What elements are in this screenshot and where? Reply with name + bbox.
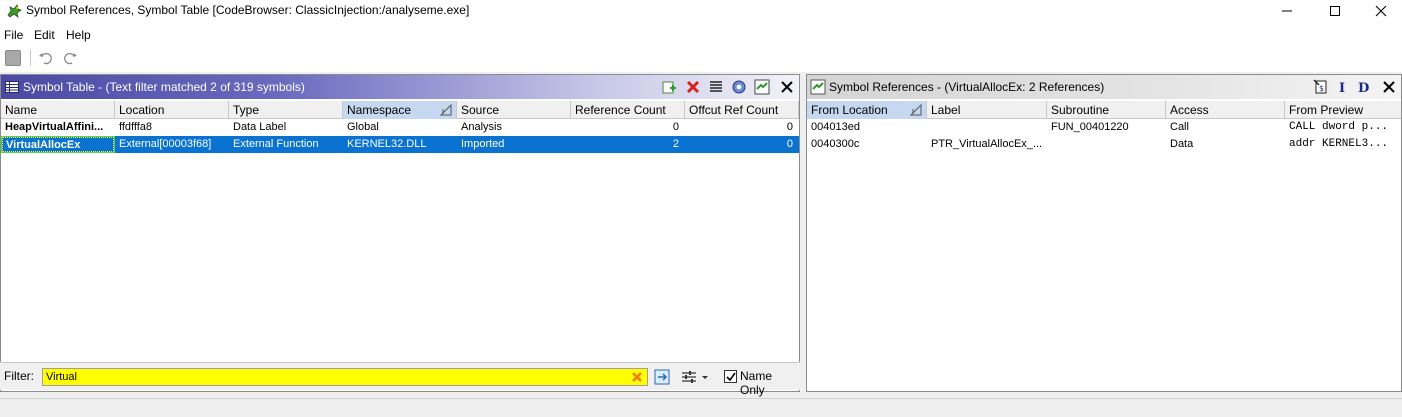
create-icon[interactable] <box>661 79 677 95</box>
col-reference-count[interactable]: Reference Count <box>571 101 685 119</box>
svg-text:I: I <box>1339 81 1345 94</box>
col-source[interactable]: Source <box>457 101 571 119</box>
cell-source: Analysis <box>461 121 502 133</box>
sort-ascending-icon <box>910 104 922 116</box>
menu-help[interactable]: Help <box>66 28 91 42</box>
col-location[interactable]: Location <box>115 101 229 119</box>
clear-filter-icon[interactable] <box>631 371 643 383</box>
cell-reference-count: 2 <box>672 138 679 150</box>
title-bar: Symbol References, Symbol Table [CodeBro… <box>0 0 1402 22</box>
symbol-references-title: Symbol References - (VirtualAllocEx: 2 R… <box>829 80 1105 94</box>
cell-from-preview: CALL dword p... <box>1289 121 1389 133</box>
col-label[interactable]: Label <box>927 101 1047 119</box>
col-name[interactable]: Name <box>1 101 115 119</box>
filter-label: Filter: <box>4 369 34 383</box>
window-title: Symbol References, Symbol Table [CodeBro… <box>26 3 470 17</box>
cell-label <box>927 119 1047 136</box>
symbol-table-header: Symbol Table - (Text filter matched 2 of… <box>1 75 799 99</box>
sort-ascending-icon <box>440 104 452 116</box>
cell-source: Imported <box>461 138 505 150</box>
refs-icon <box>810 79 826 95</box>
cell-name: VirtualAllocEx <box>1 136 115 153</box>
cell-namespace: KERNEL32.DLL <box>347 138 427 150</box>
maximize-icon <box>1330 6 1340 16</box>
minimize-icon <box>1282 10 1292 12</box>
svg-text:D: D <box>1358 81 1369 94</box>
data-icon[interactable]: D <box>1357 79 1373 95</box>
cell-name: HeapVirtualAffini... <box>5 121 104 133</box>
col-type[interactable]: Type <box>229 101 343 119</box>
cell-access: Call <box>1170 121 1189 133</box>
col-namespace[interactable]: Namespace <box>343 101 457 119</box>
col-from-location[interactable]: From Location <box>807 101 927 119</box>
instruction-icon[interactable]: I <box>1335 79 1351 95</box>
filter-options-icon[interactable] <box>654 369 670 385</box>
svg-text:$: $ <box>1319 84 1324 93</box>
delete-icon[interactable] <box>685 79 701 95</box>
cell-location: ffdfffa8 <box>119 121 153 133</box>
table-row-selected[interactable]: VirtualAllocEx External[00003f68] Extern… <box>1 136 799 153</box>
close-icon <box>1375 5 1387 17</box>
col-access[interactable]: Access <box>1166 101 1285 119</box>
status-bar <box>0 398 1402 417</box>
redo-icon[interactable] <box>62 50 78 66</box>
refs-icon[interactable] <box>754 79 770 95</box>
cell-type: Data Label <box>233 121 287 133</box>
table-row[interactable]: HeapVirtualAffini... ffdfffa8 Data Label… <box>1 119 799 136</box>
toolbar <box>0 46 1402 70</box>
col-offcut-ref-count[interactable]: Offcut Ref Count <box>685 101 799 119</box>
col-from-preview[interactable]: From Preview <box>1285 101 1401 119</box>
col-namespace-label: Namespace <box>347 103 412 117</box>
menu-file[interactable]: File <box>4 28 23 42</box>
col-subroutine[interactable]: Subroutine <box>1047 101 1166 119</box>
cell-offcut-ref-count: 0 <box>786 138 793 150</box>
symbol-references-table: From Location Label Subroutine Access Fr… <box>807 101 1401 153</box>
list-icon[interactable] <box>708 79 724 95</box>
symbol-references-panel: Symbol References - (VirtualAllocEx: 2 R… <box>806 74 1402 392</box>
symbol-table-panel: Symbol Table - (Text filter matched 2 of… <box>0 74 800 392</box>
cell-namespace: Global <box>347 121 379 133</box>
minimize-button[interactable] <box>1264 0 1310 22</box>
cell-subroutine: FUN_00401220 <box>1051 121 1129 133</box>
toolbar-separator <box>30 50 31 66</box>
cell-from-location: 0040300c <box>811 138 860 150</box>
table-icon <box>5 81 19 93</box>
table-row[interactable]: 0040300c PTR_VirtualAllocEx_... Data add… <box>807 136 1401 153</box>
name-only-label[interactable]: Name Only <box>740 369 800 397</box>
maximize-button[interactable] <box>1312 0 1358 22</box>
ghidra-dragon-icon <box>7 4 22 18</box>
filter-input[interactable] <box>42 368 648 386</box>
cell-subroutine <box>1047 136 1166 153</box>
cell-offcut-ref-count: 0 <box>786 121 793 133</box>
cell-label: PTR_VirtualAllocEx_... <box>931 138 1043 150</box>
cell-reference-count: 0 <box>672 121 679 133</box>
symbol-references-header: Symbol References - (VirtualAllocEx: 2 R… <box>807 75 1401 99</box>
close-panel-icon[interactable] <box>779 79 795 95</box>
symbol-table: Name Location Type Namespace Source Refe… <box>1 101 799 153</box>
col-from-location-label: From Location <box>811 103 888 117</box>
menu-bar: File Edit Help <box>0 26 1402 44</box>
close-button[interactable] <box>1358 0 1402 22</box>
name-only-checkbox[interactable] <box>724 370 737 383</box>
close-panel-icon[interactable] <box>1381 79 1397 95</box>
refs-to-icon[interactable]: $ <box>1313 79 1329 95</box>
symbol-table-title: Symbol Table - (Text filter matched 2 of… <box>23 80 305 94</box>
settings-icon[interactable] <box>731 79 747 95</box>
cell-location: External[00003f68] <box>119 138 212 150</box>
cell-access: Data <box>1170 138 1194 150</box>
menu-edit[interactable]: Edit <box>34 28 55 42</box>
undo-icon[interactable] <box>38 50 54 66</box>
cell-from-preview: addr KERNEL3... <box>1289 138 1389 150</box>
cell-from-location: 004013ed <box>811 121 860 133</box>
table-row[interactable]: 004013ed FUN_00401220 Call CALL dword p.… <box>807 119 1401 136</box>
cell-type: External Function <box>233 138 319 150</box>
symbol-references-header-row: From Location Label Subroutine Access Fr… <box>807 101 1401 119</box>
sliders-icon[interactable] <box>680 369 710 385</box>
filter-bar: Filter: Name Only <box>0 362 800 397</box>
save-icon[interactable] <box>5 50 21 66</box>
symbol-table-header-row: Name Location Type Namespace Source Refe… <box>1 101 799 119</box>
checkmark-icon <box>725 372 736 381</box>
